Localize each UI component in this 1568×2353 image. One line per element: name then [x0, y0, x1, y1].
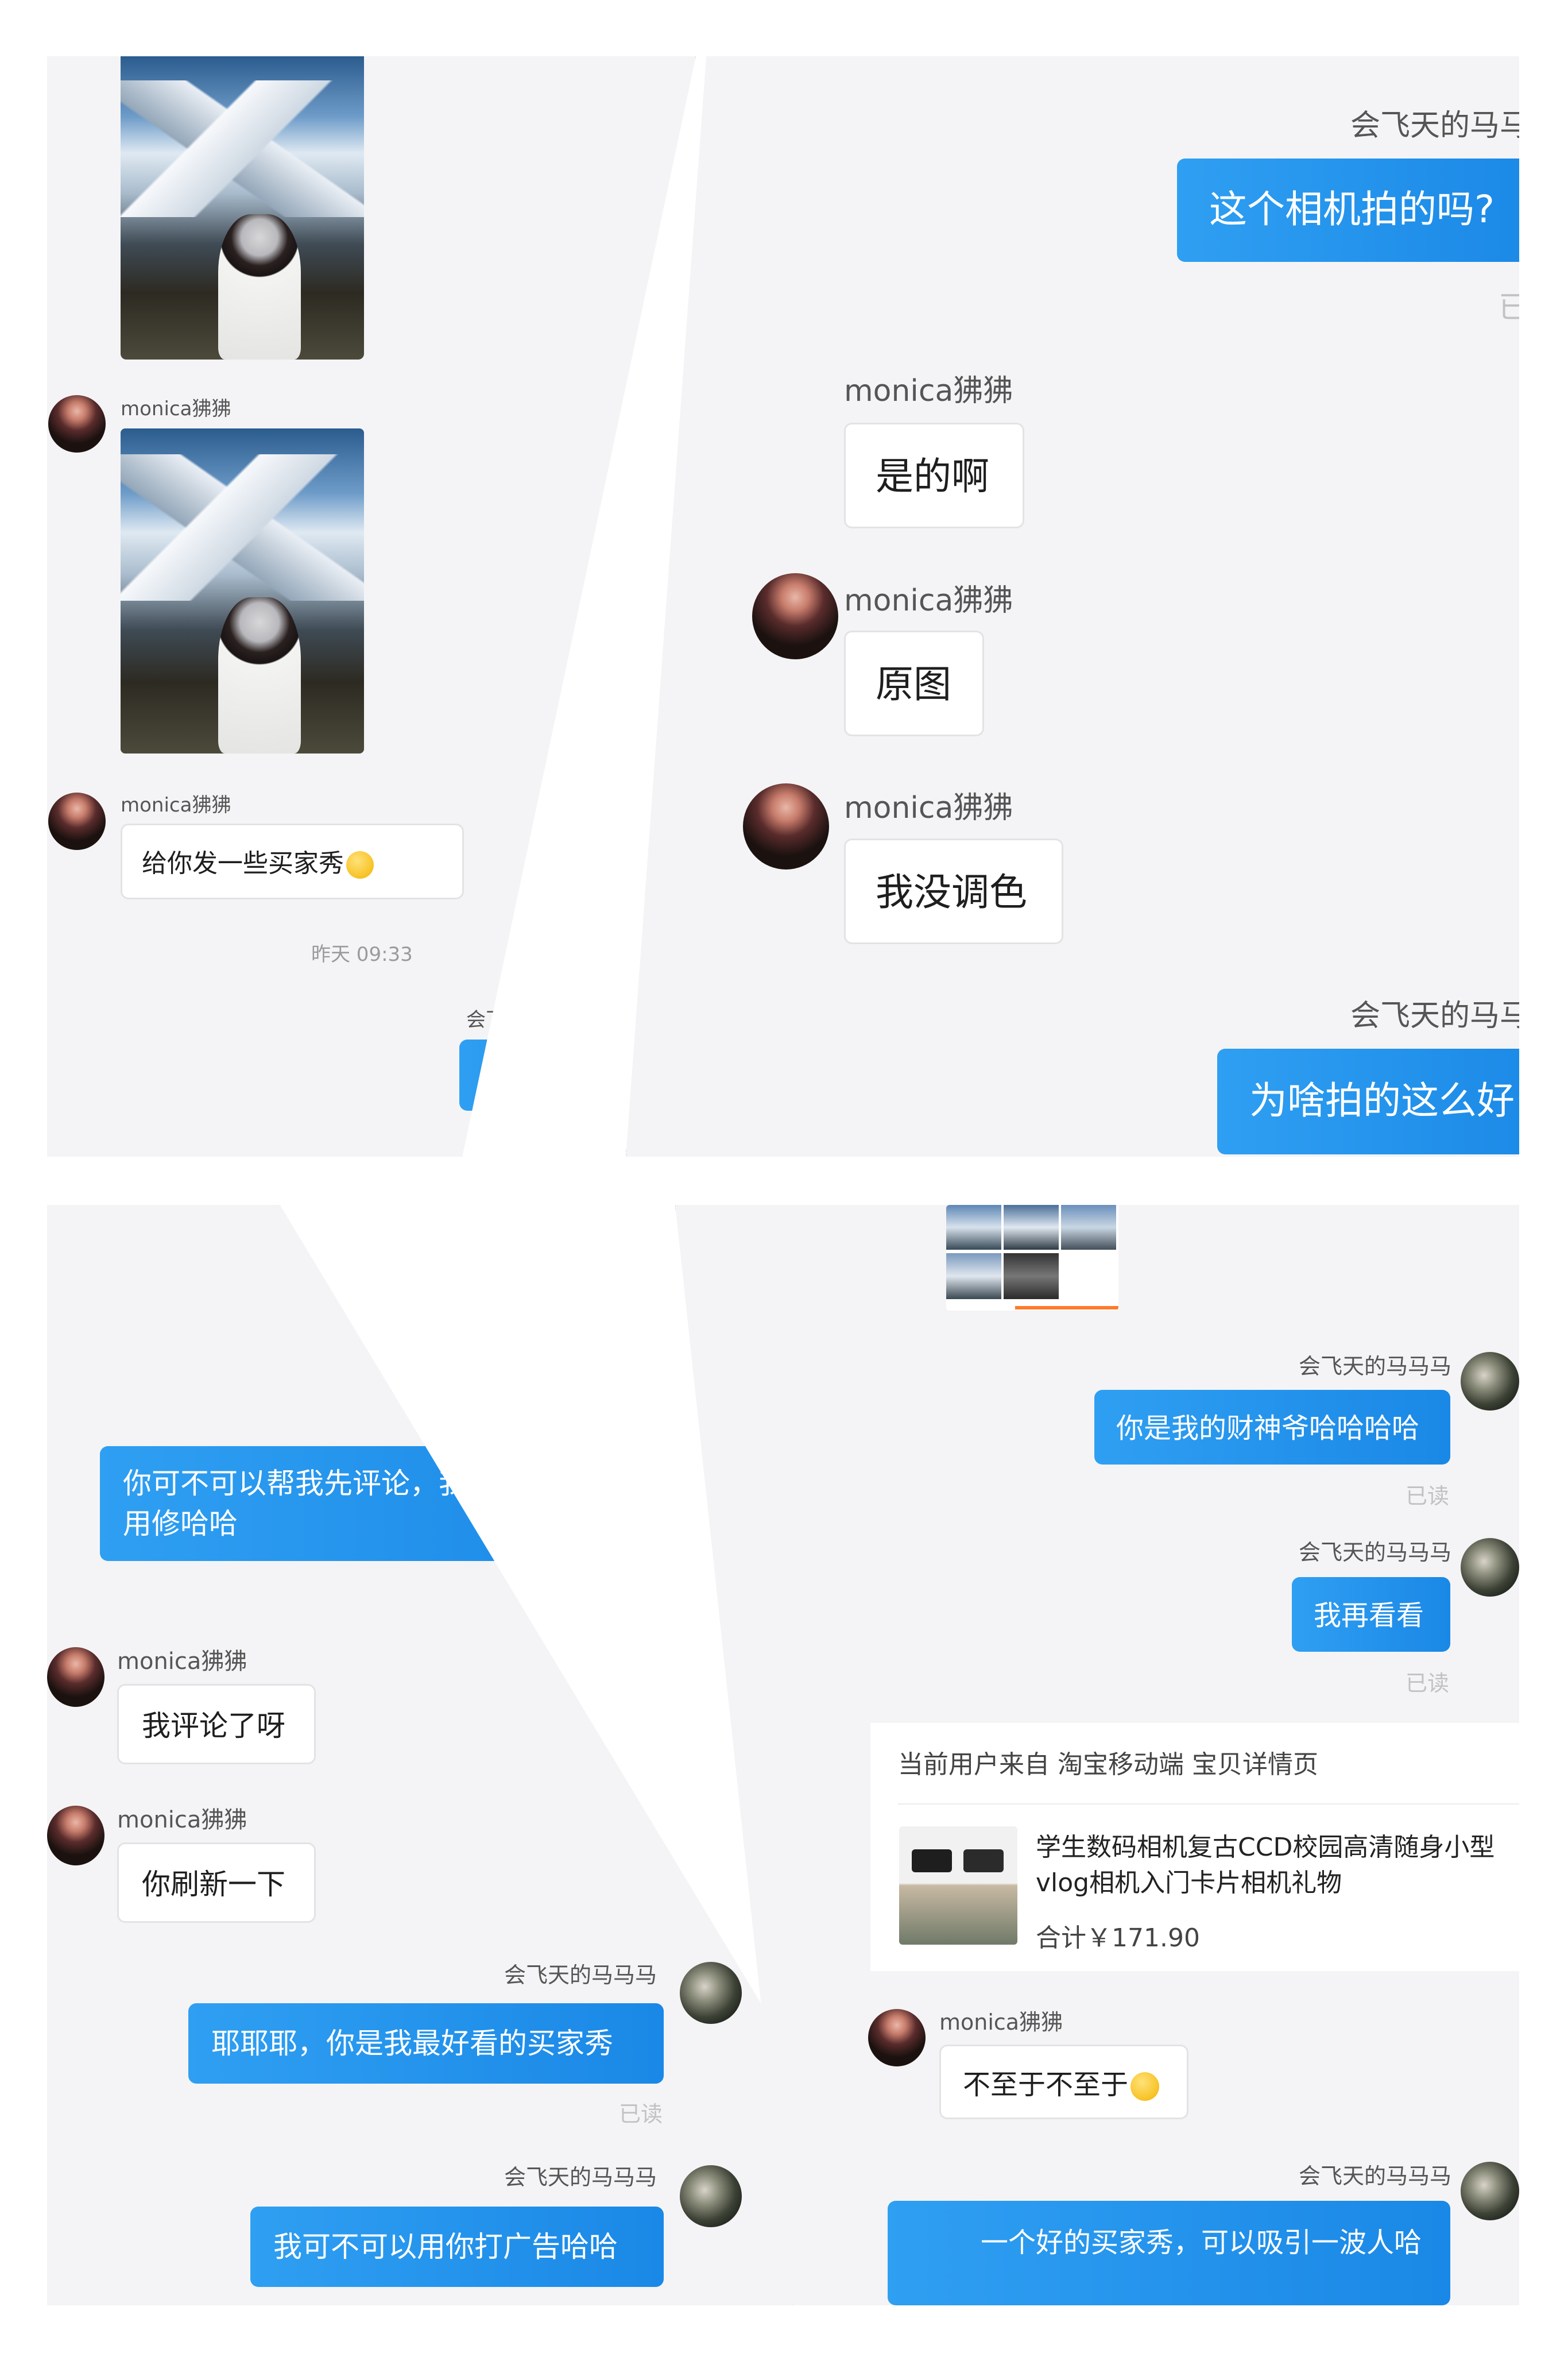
my-name: 会飞天的马马马: [1299, 1540, 1452, 1565]
my-name: 会飞天的马马马: [504, 1962, 657, 1988]
message-bubble[interactable]: 给你发一些买家秀: [121, 824, 464, 899]
message-bubble[interactable]: 原图: [844, 631, 984, 736]
my-name: 会飞天的马马: [1350, 109, 1519, 143]
product-title: 学生数码相机复古CCD校园高清随身小型vlog相机入门卡片相机礼物: [1036, 1833, 1495, 1898]
avatar-monica[interactable]: [47, 1806, 104, 1865]
my-name: 会飞天的马马马: [504, 1405, 657, 1431]
message-text: 原图: [876, 662, 951, 706]
buyer-photo-2[interactable]: [121, 428, 364, 754]
read-status: 已读: [619, 1340, 663, 1365]
my-name: 会飞天的马马: [504, 1210, 636, 1235]
message-text: 为啥拍的这么好: [1249, 1079, 1515, 1123]
avatar-monica[interactable]: [743, 783, 829, 870]
sender-name: monica狒狒: [844, 791, 1013, 825]
read-status: 已: [1499, 291, 1519, 325]
message-text: 这个相机拍的吗?: [1209, 187, 1495, 231]
read-status: 已读: [619, 2101, 663, 2127]
sender-name: monica狒狒: [844, 584, 1013, 618]
timestamp: 昨天 09:33: [311, 943, 413, 966]
message-text: 是的啊: [876, 454, 989, 499]
message-bubble-mine[interactable]: 这个相机拍的吗?: [1177, 159, 1519, 262]
avatar-me[interactable]: [1461, 2162, 1519, 2220]
message-text: 耶耶耶，你是我最好看的买家秀: [211, 2027, 613, 2060]
product-image-grid[interactable]: [946, 1205, 1118, 1311]
message-bubble-mine[interactable]: 你是我的财神爷哈哈哈哈: [1094, 1390, 1450, 1465]
message-text: 弄好了?: [480, 1061, 570, 1090]
sender-name: monica狒狒: [939, 2010, 1063, 2035]
read-status: 已读: [1406, 1483, 1450, 1509]
message-bubble[interactable]: 是的啊: [844, 423, 1024, 528]
read-status: 已读: [1406, 1671, 1450, 1696]
sender-name: monica狒狒: [121, 794, 231, 817]
message-text: 我评论了呀: [142, 1709, 285, 1742]
avatar-monica[interactable]: [48, 395, 106, 453]
message-text: 一个好的买家秀，可以吸引一波人哈: [980, 2227, 1422, 2259]
avatar-me[interactable]: [680, 1962, 742, 2024]
message-bubble-mine[interactable]: 我可不可以用你打广告哈哈: [250, 2207, 664, 2287]
message-text: 你是我的财神爷哈哈哈哈: [1116, 1412, 1420, 1444]
message-bubble[interactable]: 我评论了呀: [117, 1684, 316, 1764]
my-name: 会飞天的马马马: [1299, 2163, 1452, 2189]
message-bubble[interactable]: 不至于不至于: [939, 2045, 1188, 2119]
product-thumbnail[interactable]: [899, 1826, 1017, 1945]
avatar-monica[interactable]: [752, 573, 838, 659]
emoji-laugh-icon: [1130, 2072, 1160, 2101]
message-text: 你可不可以帮我先评论，我觉得你的图不用修哈哈: [123, 1467, 640, 1540]
avatar-monica[interactable]: [868, 2009, 926, 2066]
message-text: 你刷新一下: [142, 1868, 285, 1901]
message-text: 给你发一些买家秀: [142, 849, 344, 878]
my-name: 会飞天的马马马: [466, 1009, 603, 1031]
my-name: 会飞天的马马马: [504, 2165, 657, 2190]
product-total: 合计￥171.90: [1036, 1923, 1200, 1953]
read-status: 已: [570, 1129, 591, 1152]
message-bubble-mine[interactable]: 一个好的买家秀，可以吸引一波人哈: [888, 2201, 1450, 2305]
message-bubble-mine[interactable]: 你可不可以帮我先评论，我觉得你的图不用修哈哈: [100, 1446, 664, 1561]
product-card[interactable]: 当前用户来自 淘宝移动端 宝贝详情页 学生数码相机复古CCD校园高清随身小型vl…: [870, 1723, 1519, 1971]
message-text: 还有: [581, 1269, 638, 1302]
message-bubble-mine[interactable]: 耶耶耶，你是我最好看的买家秀: [188, 2003, 664, 2084]
panel-4: 会飞天的马马马 你是我的财神爷哈哈哈哈 已读 会飞天的马马马 我再看看 已读 当…: [675, 1205, 1519, 2305]
emoji-hug-icon: [346, 851, 374, 879]
message-bubble-mine[interactable]: 弄好了?: [459, 1040, 626, 1111]
sender-name: monica狒狒: [117, 1648, 247, 1675]
source-text: 当前用户来自 淘宝移动端 宝贝详情页: [898, 1750, 1318, 1779]
message-bubble[interactable]: 我没调色: [844, 839, 1063, 944]
message-bubble-mine[interactable]: 为啥拍的这么好: [1217, 1049, 1519, 1154]
message-bubble-mine[interactable]: 我再看看: [1292, 1577, 1450, 1652]
my-name: 会飞天的马马马: [1299, 1354, 1452, 1379]
sender-name: monica狒狒: [117, 1807, 247, 1833]
read-status: 已读: [619, 1580, 663, 1605]
panel-1: monica狒狒 monica狒狒 给你发一些买家秀 昨天 09:33 会飞天的…: [47, 56, 696, 1157]
sender-name: monica狒狒: [844, 374, 1013, 408]
avatar-me[interactable]: [1461, 1352, 1519, 1411]
sender-name: monica狒狒: [121, 397, 231, 420]
message-text: 我可不可以用你打广告哈哈: [273, 2230, 618, 2263]
message-text: 我再看看: [1314, 1599, 1424, 1632]
avatar-monica[interactable]: [48, 793, 106, 850]
buyer-photo-1[interactable]: [121, 56, 364, 360]
my-name: 会飞天的马马: [1350, 999, 1519, 1033]
message-text: 不至于不至于: [963, 2069, 1129, 2101]
avatar-monica[interactable]: [47, 1647, 104, 1707]
message-bubble[interactable]: 你刷新一下: [117, 1842, 316, 1923]
avatar-me[interactable]: [1461, 1538, 1519, 1597]
divider: [898, 1803, 1519, 1805]
comic-collage: monica狒狒 monica狒狒 给你发一些买家秀 昨天 09:33 会飞天的…: [0, 0, 1568, 2353]
message-text: 我没调色: [876, 870, 1027, 914]
panel-2: 会飞天的马马 这个相机拍的吗? 已 monica狒狒 是的啊 monica狒狒 …: [626, 56, 1519, 1157]
avatar-me[interactable]: [680, 2165, 742, 2227]
